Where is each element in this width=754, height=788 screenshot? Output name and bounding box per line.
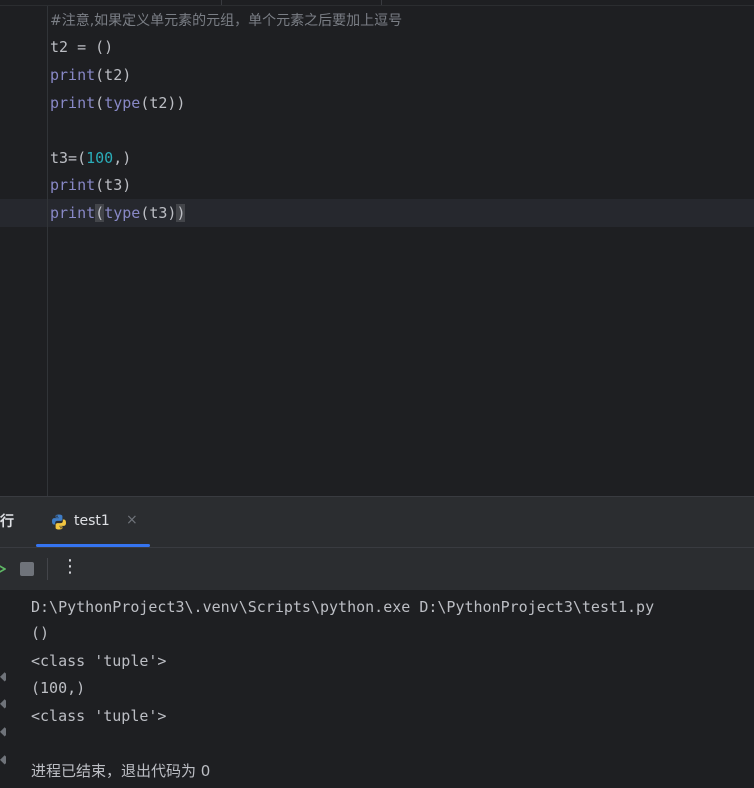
code-token: (t2) <box>95 66 132 84</box>
code-line[interactable]: t3=(100,) <box>50 144 131 172</box>
code-line[interactable]: print(t2) <box>50 61 131 89</box>
code-token: t3=( <box>50 149 87 167</box>
code-token: (t2)) <box>140 94 186 112</box>
top-divider <box>381 0 382 5</box>
tab-test1[interactable]: test1 × <box>36 497 150 547</box>
code-token: print <box>50 66 96 84</box>
rerun-icon[interactable] <box>0 560 6 578</box>
console-output-line: () <box>31 624 50 642</box>
side-glyph: ◆ <box>0 696 6 710</box>
code-token: (t3) <box>140 204 177 222</box>
side-glyph: ◆ <box>0 724 6 738</box>
toolbar-separator <box>47 558 48 580</box>
console-exit-message: 进程已结束，退出代码为 0 <box>31 762 211 780</box>
side-glyph: ◆ <box>0 752 6 766</box>
code-line[interactable]: print(t3) <box>50 171 131 199</box>
console-command: D:\PythonProject3\.venv\Scripts\python.e… <box>31 598 655 616</box>
run-toolbar: ⋮ <box>0 548 754 590</box>
console-output[interactable]: ◆ ◆ ◆ ◆ D:\PythonProject3\.venv\Scripts\… <box>0 590 754 788</box>
code-token: ,) <box>113 149 132 167</box>
console-output-line: (100,) <box>31 679 86 697</box>
top-divider <box>221 0 222 5</box>
code-editor[interactable]: #注意,如果定义单元素的元组，单个元素之后要加上逗号 t2 = () print(t… <box>0 0 754 496</box>
code-token: t2 = () <box>50 38 114 56</box>
run-panel-title: 行 <box>0 514 14 530</box>
more-vertical-icon[interactable]: ⋮ <box>61 556 79 577</box>
code-token: #注意,如果定义单元素的元组，单个元素之后要加上逗号 <box>50 13 403 29</box>
console-output-line: <class 'tuple'> <box>31 707 167 725</box>
code-line[interactable]: print(type(t2)) <box>50 89 185 117</box>
code-token: 100 <box>86 149 114 167</box>
python-icon <box>52 514 66 530</box>
gutter-separator <box>47 6 48 496</box>
code-token: print <box>50 204 96 222</box>
code-token: type <box>104 94 141 112</box>
tab-label: test1 <box>74 513 110 529</box>
code-token: type <box>104 204 141 222</box>
code-token: ) <box>176 204 186 222</box>
code-token: ( <box>95 204 105 222</box>
code-token: print <box>50 94 96 112</box>
code-token: (t3) <box>95 176 132 194</box>
code-line[interactable]: print(type(t3)) <box>50 199 186 227</box>
run-panel-header: 行 test1 × <box>0 497 754 547</box>
side-glyph: ◆ <box>0 669 6 683</box>
console-output-line: <class 'tuple'> <box>31 652 167 670</box>
code-line[interactable]: t2 = () <box>50 33 113 61</box>
stop-icon[interactable] <box>20 562 34 576</box>
code-token: ( <box>95 94 105 112</box>
code-line[interactable]: #注意,如果定义单元素的元组，单个元素之后要加上逗号 <box>50 6 402 34</box>
code-token: print <box>50 176 96 194</box>
close-icon[interactable]: × <box>126 512 138 528</box>
